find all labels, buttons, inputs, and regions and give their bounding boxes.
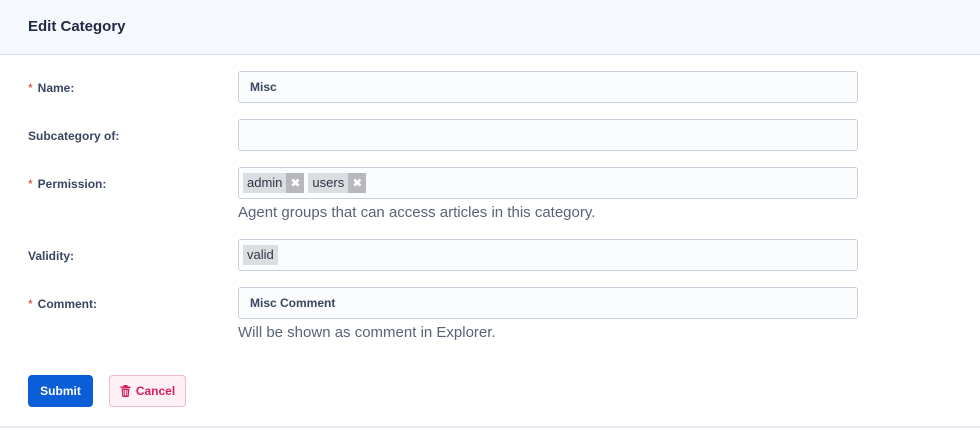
validity-select[interactable]: valid [238,239,858,271]
remove-tag-icon[interactable]: ✖ [286,173,305,193]
name-input[interactable] [239,72,857,102]
permission-label-text: Permission: [37,177,107,191]
tag-label: valid [247,247,274,262]
permission-tag-users: users ✖ [308,173,367,193]
comment-help-text: Will be shown as comment in Explorer. [238,324,496,341]
comment-field[interactable] [238,287,858,319]
comment-label-text: Comment: [37,297,98,311]
permission-help-text: Agent groups that can access articles in… [238,204,596,221]
validity-tags: valid [243,245,278,265]
tag-label: admin [247,175,283,190]
subcategory-field[interactable] [238,119,858,151]
validity-label: Validity: [28,249,75,263]
edit-category-card: Edit Category * Name: Subcategory of: * Pe… [0,0,980,428]
remove-tag-icon[interactable]: ✖ [348,173,367,193]
required-mark: * [28,177,33,191]
submit-button[interactable]: Submit [28,375,93,407]
required-mark: * [28,297,33,311]
tag-label: users [312,175,345,190]
page-title: Edit Category [28,18,126,35]
permission-field[interactable]: admin ✖ users ✖ [238,167,858,199]
permission-label: * Permission: [28,177,106,191]
comment-input[interactable] [239,288,857,318]
comment-label: * Comment: [28,297,97,311]
trash-icon [120,385,131,397]
name-field[interactable] [238,71,858,103]
required-mark: * [28,81,33,95]
subcategory-input[interactable] [239,120,857,150]
submit-button-label: Submit [40,384,81,398]
validity-tag-valid: valid [243,245,278,265]
subcategory-label: Subcategory of: [28,129,120,143]
name-label: * Name: [28,81,74,95]
permission-tags: admin ✖ users ✖ [243,173,367,193]
cancel-button[interactable]: Cancel [109,375,186,407]
cancel-button-label: Cancel [135,384,176,398]
card-header: Edit Category [0,0,980,55]
permission-tag-admin: admin ✖ [243,173,305,193]
name-label-text: Name: [37,81,75,95]
